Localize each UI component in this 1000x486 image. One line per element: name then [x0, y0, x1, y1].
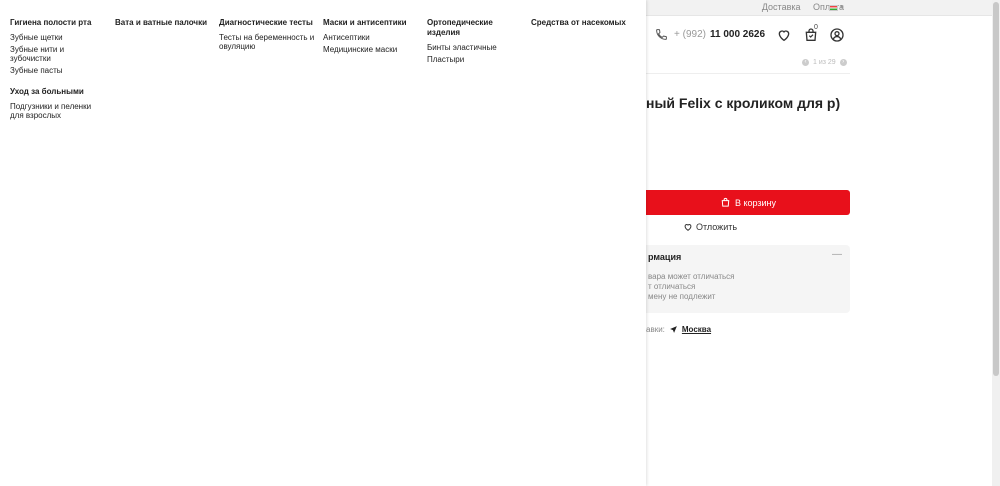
scrollbar[interactable] — [992, 0, 1000, 486]
menu-category-title[interactable]: Гигиена полости рта — [10, 18, 105, 28]
header-phone[interactable]: + (992) 11 000 2626 — [655, 28, 765, 41]
shipping-label: авки: — [646, 325, 665, 334]
menu-column: Гигиена полости рта Зубные щетки Зубные … — [10, 18, 105, 123]
menu-subcategory-link[interactable]: Подгузники и пеленки для взрослых — [10, 102, 105, 120]
menu-column: Ортопедические изделия Бинты эластичные … — [427, 18, 527, 67]
shipping-city-link[interactable]: Москва — [682, 325, 711, 334]
gallery-counter: ‹ 1 из 29 › — [802, 59, 847, 66]
scrollbar-thumb[interactable] — [993, 2, 999, 376]
save-for-later-button[interactable]: Отложить — [683, 222, 737, 232]
phone-prefix: + (992) — [674, 29, 706, 40]
menu-column: Маски и антисептики Антисептики Медицинс… — [323, 18, 423, 57]
menu-category-title[interactable]: Вата и ватные палочки — [115, 18, 215, 28]
chevron-down-icon[interactable]: ▾ — [840, 3, 844, 11]
menu-subcategory-link[interactable]: Медицинские маски — [323, 45, 423, 54]
user-icon[interactable] — [829, 27, 845, 43]
menu-subcategory-link[interactable]: Пластыри — [427, 55, 527, 64]
menu-subcategory-link[interactable]: Зубные пасты — [10, 66, 105, 75]
menu-subcategory-link[interactable]: Зубные нити и зубочистки — [10, 45, 105, 63]
product-title: ный Felix с кроликом для р) — [646, 95, 841, 111]
gallery-counter-text: 1 из 29 — [813, 59, 836, 66]
delivery-link[interactable]: Доставка — [762, 2, 801, 12]
phone-icon — [656, 29, 667, 40]
menu-subcategory-link[interactable]: Зубные щетки — [10, 33, 105, 42]
menu-category-title[interactable]: Средства от насекомых — [531, 18, 641, 28]
shipping-info: авки: Москва — [646, 325, 711, 334]
menu-column: Вата и ватные палочки — [115, 18, 215, 33]
menu-subcategory-link[interactable]: Бинты эластичные — [427, 43, 527, 52]
location-arrow-icon — [670, 326, 677, 333]
language-flag-icon[interactable] — [829, 5, 838, 11]
divider — [646, 73, 850, 74]
menu-column: Диагностические тесты Тесты на беременно… — [219, 18, 319, 54]
shopping-bag-icon — [721, 197, 730, 207]
info-line: т отличаться — [648, 282, 696, 291]
menu-category-title[interactable]: Маски и антисептики — [323, 18, 423, 28]
prev-arrow-icon[interactable]: ‹ — [802, 59, 809, 66]
collapse-icon[interactable]: — — [832, 249, 842, 260]
menu-category-title[interactable]: Уход за больными — [10, 87, 105, 97]
menu-subcategory-link[interactable]: Тесты на беременность и овуляцию — [219, 33, 319, 51]
info-title: рмация — [648, 252, 682, 262]
menu-category-title[interactable]: Диагностические тесты — [219, 18, 319, 28]
save-for-later-label: Отложить — [696, 222, 738, 232]
add-to-cart-button[interactable]: В корзину — [646, 190, 850, 215]
info-line: вара может отличаться — [648, 272, 735, 281]
heart-icon — [684, 224, 692, 231]
menu-subcategory-link[interactable]: Антисептики — [323, 33, 423, 42]
catalog-mega-menu: Гигиена полости рта Зубные щетки Зубные … — [0, 0, 646, 486]
menu-category-title[interactable]: Ортопедические изделия — [427, 18, 527, 38]
next-arrow-icon[interactable]: › — [839, 59, 847, 66]
add-to-cart-label: В корзину — [734, 197, 777, 208]
info-panel: рмация — вара может отличаться т отличат… — [646, 245, 850, 313]
info-line: мену не подлежит — [648, 292, 716, 301]
heart-icon[interactable] — [776, 27, 792, 43]
phone-number: 11 000 2626 — [709, 29, 766, 40]
cart-count-badge: 0 — [814, 24, 818, 31]
menu-column: Средства от насекомых — [531, 18, 641, 33]
